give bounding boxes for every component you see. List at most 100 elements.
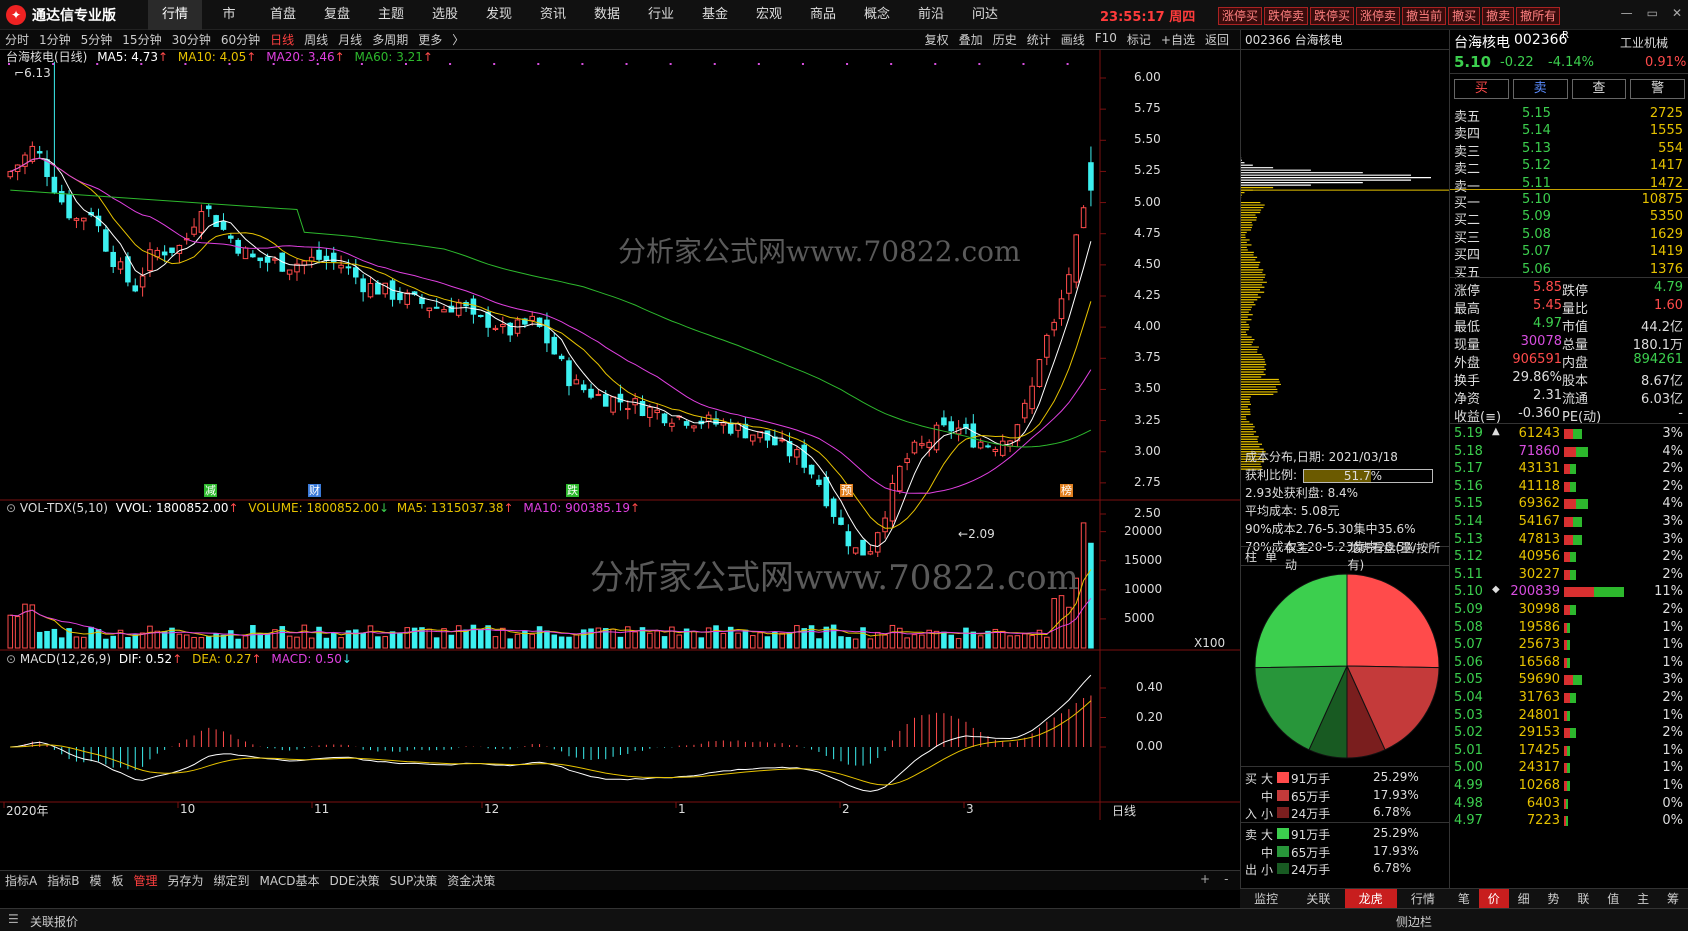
trade-button-3[interactable]: 涨停卖 bbox=[1356, 7, 1401, 25]
maximize-icon[interactable]: ▭ bbox=[1647, 6, 1658, 20]
ladder-row[interactable]: 5.04 31763 2% bbox=[1450, 689, 1688, 706]
indicator-tab-1[interactable]: 指标B bbox=[42, 872, 84, 889]
nav-13[interactable]: 概念 bbox=[850, 0, 904, 30]
ladder-row[interactable]: 5.12 40956 2% bbox=[1450, 548, 1688, 565]
period-tab-0[interactable]: 分时 bbox=[0, 31, 34, 48]
ladder-row[interactable]: 5.13 47813 3% bbox=[1450, 531, 1688, 548]
trade-button-1[interactable]: 跌停卖 bbox=[1264, 7, 1309, 25]
bid-row[interactable]: 买三 5.08 1629 bbox=[1450, 226, 1688, 246]
period-tab-1[interactable]: 1分钟 bbox=[34, 31, 76, 48]
period-tab-6[interactable]: 日线 bbox=[265, 31, 299, 48]
event-tag-0[interactable]: 减 bbox=[204, 484, 217, 497]
nav-5[interactable]: 选股 bbox=[418, 0, 472, 30]
indicator-tab-0[interactable]: 指标A bbox=[0, 872, 42, 889]
indicator-tab-3[interactable]: 板 bbox=[106, 872, 128, 889]
indicator-tab-5[interactable]: 另存为 bbox=[163, 872, 209, 889]
chart-tool-0[interactable]: 复权 bbox=[920, 31, 954, 48]
nav-7[interactable]: 资讯 bbox=[526, 0, 580, 30]
trade-button-4[interactable]: 撤当前 bbox=[1402, 7, 1447, 25]
chart-tool-6[interactable]: 标记 bbox=[1122, 31, 1156, 48]
nav-11[interactable]: 宏观 bbox=[742, 0, 796, 30]
bid-row[interactable]: 买四 5.07 1419 bbox=[1450, 243, 1688, 263]
quote-button-2[interactable]: 查 bbox=[1571, 79, 1627, 99]
ladder-row[interactable]: 5.11 30227 2% bbox=[1450, 566, 1688, 583]
nav-14[interactable]: 前沿 bbox=[904, 0, 958, 30]
quote-bottom-tab-2[interactable]: 细 bbox=[1509, 889, 1539, 908]
trade-button-7[interactable]: 撤所有 bbox=[1516, 7, 1561, 25]
ladder-row[interactable]: 5.06 16568 1% bbox=[1450, 654, 1688, 671]
bid-row[interactable]: 买五 5.06 1376 bbox=[1450, 261, 1688, 281]
ladder-row[interactable]: 5.01 17425 1% bbox=[1450, 742, 1688, 759]
event-tag-1[interactable]: 财 bbox=[308, 484, 321, 497]
quote-bottom-tab-3[interactable]: 势 bbox=[1539, 889, 1569, 908]
ladder-row[interactable]: 4.97 7223 0% bbox=[1450, 812, 1688, 829]
quote-bottom-tab-0[interactable]: 笔 bbox=[1449, 889, 1479, 908]
nav-6[interactable]: 发现 bbox=[472, 0, 526, 30]
mid-view-tab-0[interactable]: 柱 bbox=[1241, 548, 1261, 565]
zoom-out-icon[interactable]: - bbox=[1224, 872, 1228, 886]
ladder-row[interactable]: 5.15 69362 4% bbox=[1450, 495, 1688, 512]
ladder-row[interactable]: 5.07 25673 1% bbox=[1450, 636, 1688, 653]
status-sidebar[interactable]: 侧边栏 bbox=[1396, 913, 1432, 930]
ladder-row[interactable]: 5.08 19586 1% bbox=[1450, 619, 1688, 636]
ask-row[interactable]: 卖二 5.12 1417 bbox=[1450, 157, 1688, 177]
chart-tool-4[interactable]: 画线 bbox=[1056, 31, 1090, 48]
ladder-row[interactable]: 5.09 30998 2% bbox=[1450, 601, 1688, 618]
quote-bottom-tab-1[interactable]: 价 bbox=[1478, 889, 1509, 908]
nav-10[interactable]: 基金 bbox=[688, 0, 742, 30]
chart-tool-1[interactable]: 叠加 bbox=[954, 31, 988, 48]
quote-bottom-tab-4[interactable]: 联 bbox=[1569, 889, 1599, 908]
mid-view-tab-1[interactable]: 单 bbox=[1261, 548, 1281, 565]
trade-button-6[interactable]: 撤卖 bbox=[1482, 7, 1515, 25]
ladder-row[interactable]: 5.17 43131 2% bbox=[1450, 460, 1688, 477]
status-linked-quote[interactable]: 关联报价 bbox=[30, 913, 78, 930]
ladder-row[interactable]: 5.18 71860 4% bbox=[1450, 443, 1688, 460]
ask-row[interactable]: 卖一 5.11 1472 bbox=[1450, 175, 1688, 195]
nav-4[interactable]: 主题 bbox=[364, 0, 418, 30]
minimize-icon[interactable]: — bbox=[1621, 6, 1633, 20]
period-tab-10[interactable]: 更多 bbox=[413, 31, 447, 48]
ladder-row[interactable]: 4.99 10268 1% bbox=[1450, 777, 1688, 794]
quote-button-3[interactable]: 警 bbox=[1630, 79, 1685, 99]
indicator-tab-4[interactable]: 管理 bbox=[128, 872, 162, 889]
indicator-tab-6[interactable]: 绑定到 bbox=[209, 872, 255, 889]
ladder-row[interactable]: 5.00 24317 1% bbox=[1450, 759, 1688, 776]
period-tab-2[interactable]: 5分钟 bbox=[76, 31, 118, 48]
period-tab-5[interactable]: 60分钟 bbox=[216, 31, 265, 48]
quote-button-0[interactable]: 买 bbox=[1454, 79, 1509, 99]
nav-0[interactable]: 行情 bbox=[148, 0, 202, 30]
chart-tool-5[interactable]: F10 bbox=[1090, 31, 1122, 48]
indicator-tab-7[interactable]: MACD基本 bbox=[255, 872, 325, 889]
indicator-tab-10[interactable]: 资金决策 bbox=[442, 872, 500, 889]
indicator-tab-8[interactable]: DDE决策 bbox=[325, 872, 385, 889]
chart-tool-8[interactable]: 返回 bbox=[1200, 31, 1234, 48]
ladder-row[interactable]: 5.16 41118 2% bbox=[1450, 478, 1688, 495]
zoom-in-icon[interactable]: + bbox=[1200, 872, 1210, 886]
bid-row[interactable]: 买一 5.10 10875 bbox=[1450, 191, 1688, 211]
more-chevron-icon[interactable]: 〉 bbox=[447, 31, 469, 48]
indicator-tab-9[interactable]: SUP决策 bbox=[385, 872, 443, 889]
ladder-row[interactable]: 4.98 6403 0% bbox=[1450, 795, 1688, 812]
trade-button-5[interactable]: 撤买 bbox=[1448, 7, 1481, 25]
event-tag-4[interactable]: 榜 bbox=[1060, 484, 1073, 497]
period-tab-9[interactable]: 多周期 bbox=[367, 31, 413, 48]
quote-bottom-tab-7[interactable]: 筹 bbox=[1658, 889, 1688, 908]
period-tab-7[interactable]: 周线 bbox=[299, 31, 333, 48]
chart-tool-7[interactable]: +自选 bbox=[1156, 31, 1200, 48]
nav-3[interactable]: 复盘 bbox=[310, 0, 364, 30]
indicator-tab-2[interactable]: 模 bbox=[84, 872, 106, 889]
mid-bottom-tab-1[interactable]: 关联 bbox=[1292, 889, 1344, 908]
chart-canvas[interactable] bbox=[0, 50, 1240, 870]
chart-tool-2[interactable]: 历史 bbox=[988, 31, 1022, 48]
ladder-row[interactable]: 5.03 24801 1% bbox=[1450, 707, 1688, 724]
ladder-row[interactable]: 5.05 59690 3% bbox=[1450, 671, 1688, 688]
ask-row[interactable]: 卖四 5.14 1555 bbox=[1450, 122, 1688, 142]
quote-button-1[interactable]: 卖 bbox=[1512, 79, 1568, 99]
quote-bottom-tab-5[interactable]: 值 bbox=[1598, 889, 1628, 908]
event-tag-2[interactable]: 跌 bbox=[566, 484, 579, 497]
chart-tool-3[interactable]: 统计 bbox=[1022, 31, 1056, 48]
quote-bottom-tab-6[interactable]: 主 bbox=[1628, 889, 1658, 908]
nav-1[interactable]: 市 bbox=[202, 0, 256, 30]
ask-row[interactable]: 卖五 5.15 2725 bbox=[1450, 105, 1688, 125]
kline-chart[interactable]: 台海核电(日线) MA5: 4.73↑ MA10: 4.05↑ MA20: 3.… bbox=[0, 50, 1240, 870]
